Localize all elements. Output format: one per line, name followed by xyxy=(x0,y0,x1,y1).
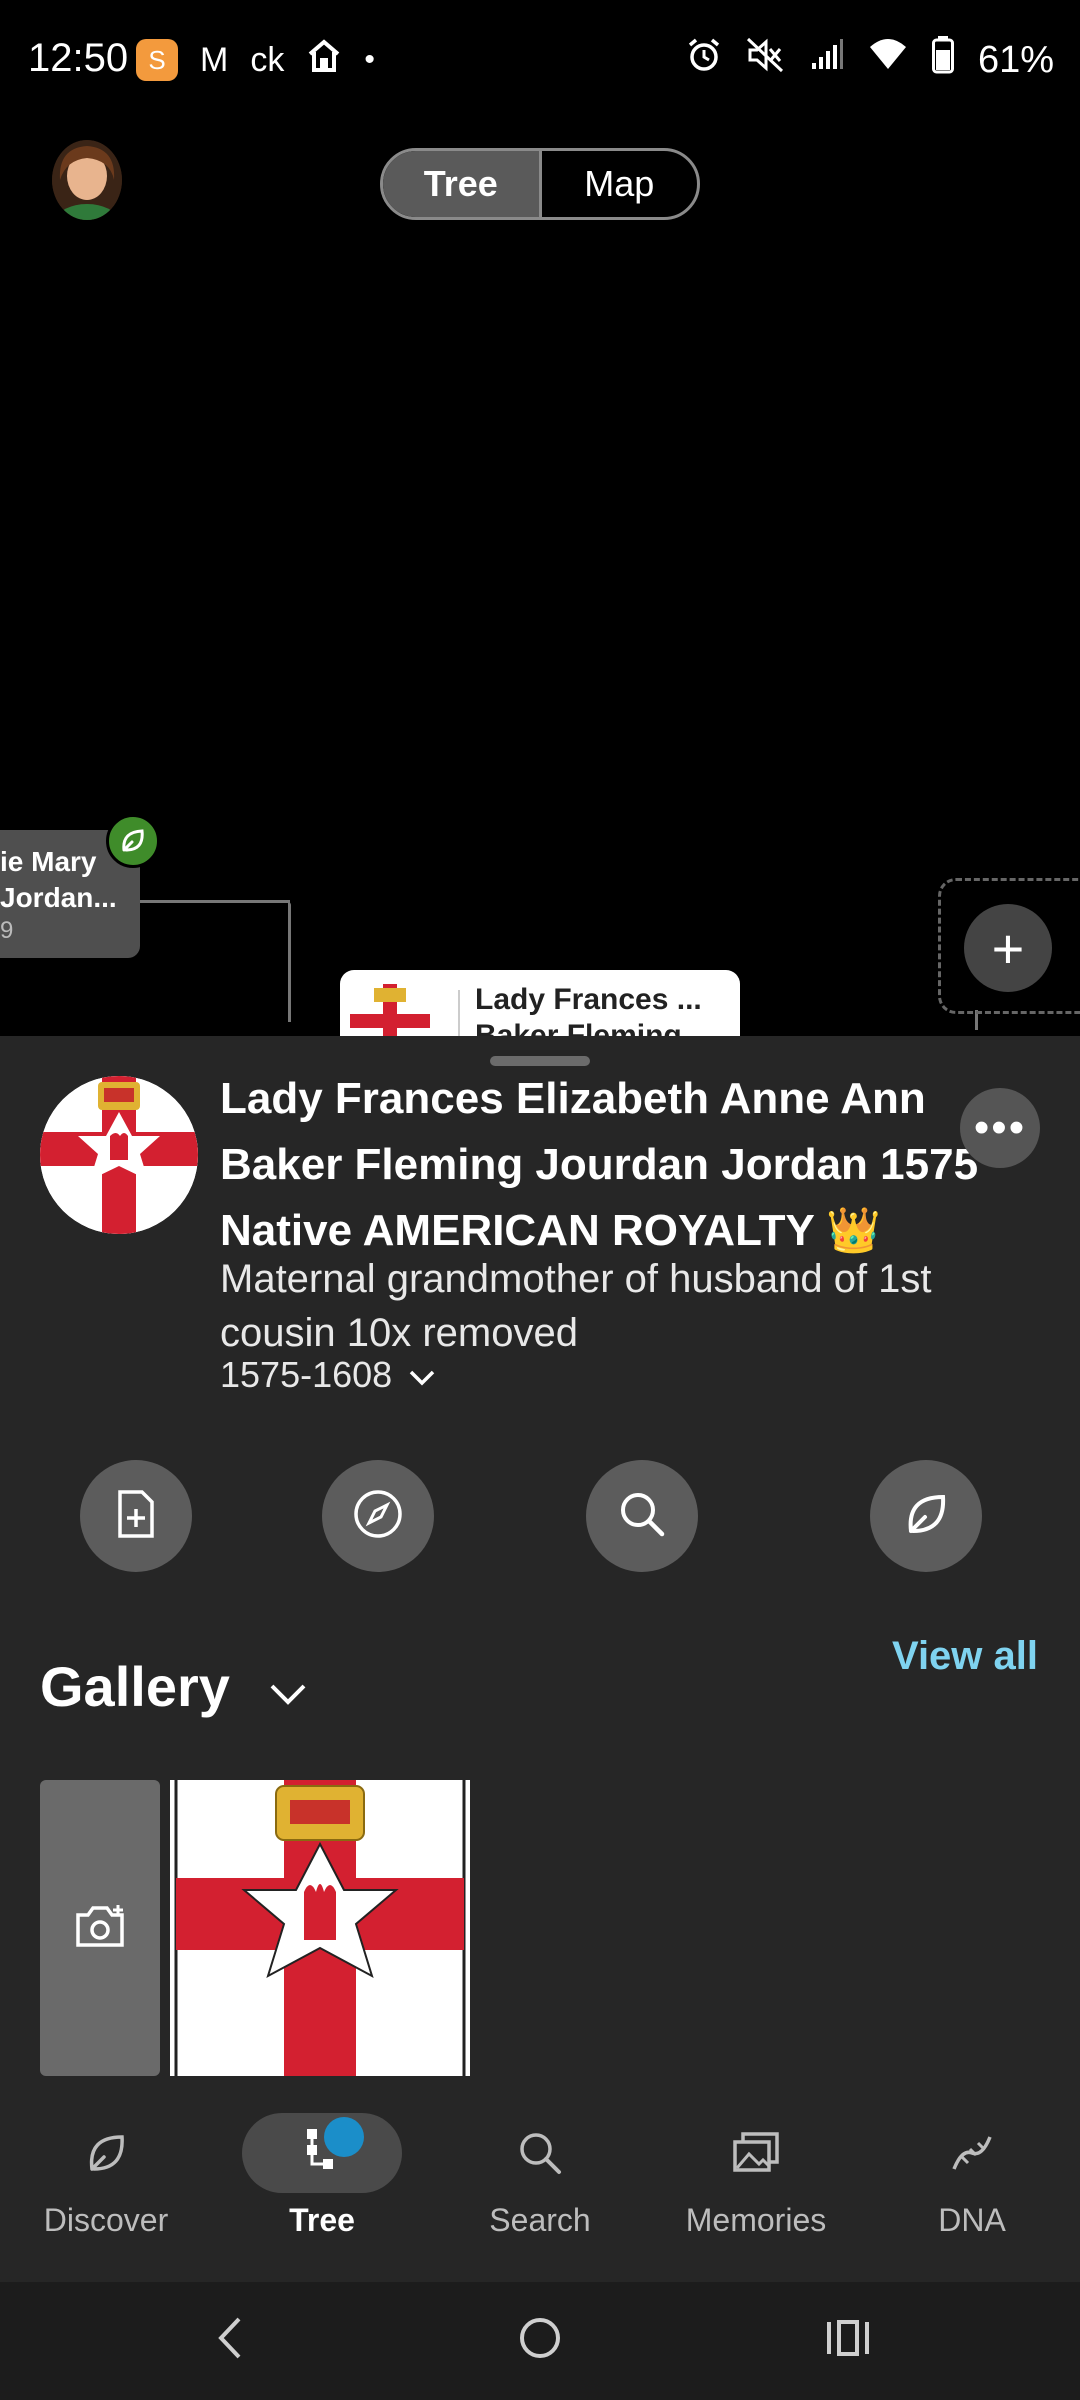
tree-connector xyxy=(140,900,290,903)
hint-leaf-icon[interactable] xyxy=(106,814,160,868)
home-app-icon xyxy=(306,38,342,82)
mute-icon xyxy=(746,37,784,83)
person-full-name: Lady Frances Elizabeth Anne Ann Baker Fl… xyxy=(220,1074,979,1255)
relationship-text: Maternal grandmother of husband of 1st c… xyxy=(220,1257,932,1355)
gallery-header[interactable]: Gallery xyxy=(40,1654,308,1719)
battery-percent: 61% xyxy=(977,38,1054,81)
gallery-title: Gallery xyxy=(40,1655,230,1718)
nav-tree-pill-wrap xyxy=(222,2108,422,2198)
gallery-photo[interactable] xyxy=(170,1780,470,2076)
add-document-icon xyxy=(114,1489,158,1544)
nav-tree[interactable]: Tree xyxy=(222,2108,422,2239)
card-divider xyxy=(458,990,460,1040)
tab-map[interactable]: Map xyxy=(542,151,698,217)
status-notification-icons: S M ck • xyxy=(136,38,375,82)
nav-memories[interactable]: Memories xyxy=(656,2108,856,2239)
life-dates[interactable]: 1575-1608 xyxy=(220,1354,436,1396)
more-options-button[interactable]: ••• xyxy=(960,1088,1040,1168)
nav-active-pill xyxy=(242,2113,402,2193)
dot-icon: • xyxy=(364,43,375,76)
status-bar: 12:50 S M ck • 61% xyxy=(0,0,1080,120)
nav-label: Search xyxy=(489,2202,591,2238)
search-icon xyxy=(440,2108,640,2198)
notification-dot xyxy=(324,2117,364,2157)
compass-icon xyxy=(351,1487,405,1546)
app-badge-icon: S xyxy=(136,39,178,81)
person-avatar[interactable] xyxy=(40,1076,198,1234)
add-record-button[interactable] xyxy=(80,1460,192,1572)
nav-discover[interactable]: Discover xyxy=(6,2108,206,2239)
battery-icon xyxy=(931,36,954,84)
status-time: 12:50 xyxy=(28,36,129,80)
home-button[interactable] xyxy=(500,2310,580,2370)
back-icon xyxy=(215,2315,245,2366)
bottom-navigation: Discover Tree Search Memories DNA xyxy=(0,2082,1080,2282)
person-name-line2: Jordan... xyxy=(0,882,117,913)
leaf-icon xyxy=(6,2108,206,2198)
photos-icon xyxy=(656,2108,856,2198)
status-system-icons: 61% xyxy=(686,36,1054,84)
leaf-hint-icon xyxy=(901,1489,951,1544)
back-button[interactable] xyxy=(190,2310,270,2370)
nav-label: Tree xyxy=(289,2202,355,2238)
home-icon xyxy=(517,2315,563,2366)
system-navigation-bar xyxy=(0,2282,1080,2400)
nav-label: Discover xyxy=(43,2202,169,2238)
nav-label: DNA xyxy=(938,2202,1006,2238)
ck-icon: ck xyxy=(250,41,285,79)
nav-search[interactable]: Search xyxy=(440,2108,640,2239)
add-photo-icon xyxy=(74,1903,126,1954)
search-icon xyxy=(616,1488,668,1545)
chevron-down-icon xyxy=(408,1354,436,1396)
sheet-grabber[interactable] xyxy=(490,1056,590,1066)
person-years: 9 xyxy=(0,917,14,944)
view-all-link[interactable]: View all xyxy=(892,1634,1038,1679)
life-dates-text: 1575-1608 xyxy=(220,1354,393,1395)
tab-tree[interactable]: Tree xyxy=(383,151,542,217)
nav-dna[interactable]: DNA xyxy=(872,2108,1072,2239)
signal-icon xyxy=(808,37,844,83)
add-photo-button[interactable] xyxy=(40,1780,160,2076)
person-thumbnail xyxy=(350,984,430,1040)
alarm-icon xyxy=(686,37,722,83)
quick-actions xyxy=(0,1460,1080,1572)
view-toggle: Tree Map xyxy=(380,148,700,220)
gmail-icon: M xyxy=(200,41,229,79)
user-avatar[interactable] xyxy=(52,140,122,220)
tree-connector xyxy=(288,902,291,1022)
explore-button[interactable] xyxy=(322,1460,434,1572)
chevron-down-icon xyxy=(268,1654,308,1719)
nav-label: Memories xyxy=(685,2202,827,2238)
focus-person-card[interactable]: Lady Frances ... Baker Fleming xyxy=(340,970,740,1040)
tree-canvas[interactable]: ie Mary Jordan... 9 Lady Frances ... Bak… xyxy=(0,240,1080,1040)
search-records-button[interactable] xyxy=(586,1460,698,1572)
hints-button[interactable] xyxy=(870,1460,982,1572)
recents-button[interactable] xyxy=(808,2310,888,2370)
focus-person-name: Lady Frances ... Baker Fleming xyxy=(475,982,702,1040)
wifi-icon xyxy=(868,37,908,83)
add-person-button[interactable]: + xyxy=(964,904,1052,992)
recents-icon xyxy=(825,2318,871,2363)
dna-icon xyxy=(872,2108,1072,2198)
focus-person-name-line1: Lady Frances ... xyxy=(475,983,702,1016)
